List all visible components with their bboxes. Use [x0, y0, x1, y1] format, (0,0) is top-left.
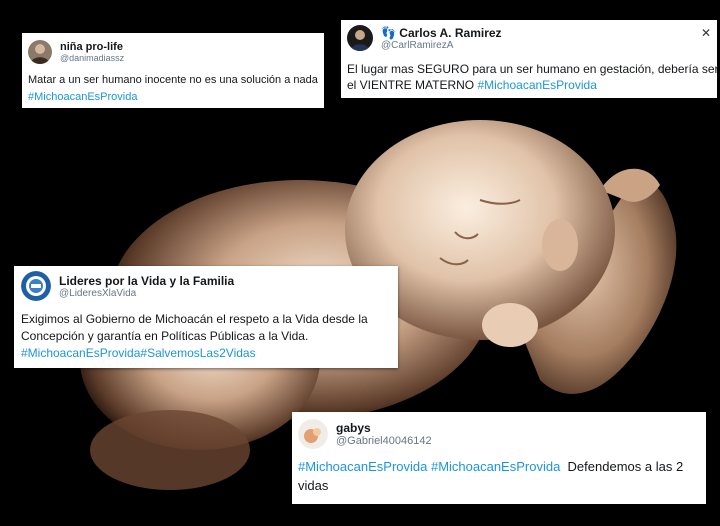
- tweet-card-4[interactable]: gabys @Gabriel40046142 #MichoacanEsProvi…: [292, 412, 706, 504]
- author-name[interactable]: 👣 Carlos A. Ramirez: [381, 26, 502, 40]
- tweet-card-3[interactable]: Lideres por la Vida y la Familia @Lidere…: [14, 266, 398, 368]
- hashtag-link[interactable]: #MichoacanEsProvida: [28, 89, 318, 106]
- author-handle[interactable]: @danimadiassz: [60, 53, 124, 63]
- author-handle[interactable]: @CarlRamirezA: [381, 40, 502, 51]
- tweet-text-line-2: el VIENTRE MATERNO: [347, 78, 475, 92]
- footprints-icon: 👣: [381, 25, 400, 40]
- author-handle[interactable]: @LideresXlaVida: [59, 288, 234, 299]
- author-name[interactable]: Lideres por la Vida y la Familia: [59, 274, 234, 288]
- hashtag-link[interactable]: #MichoacanEsProvida: [477, 78, 596, 92]
- tweet-text: Matar a un ser humano inocente no es una…: [28, 72, 318, 106]
- author-handle[interactable]: @Gabriel40046142: [336, 435, 432, 447]
- author-name[interactable]: niña pro-life: [60, 41, 124, 53]
- tweet-text-line: Matar a un ser humano inocente no es una…: [28, 74, 318, 86]
- avatar[interactable]: [28, 40, 52, 64]
- author-name-text: Carlos A. Ramirez: [399, 25, 502, 40]
- tweet-text-line: Exigimos al Gobierno de Michoacán el res…: [21, 312, 368, 343]
- avatar[interactable]: [347, 25, 373, 51]
- tweet-card-1[interactable]: niña pro-life @danimadiassz Matar a un s…: [22, 33, 324, 108]
- close-icon[interactable]: ✕: [701, 26, 711, 40]
- avatar-photo-icon: [298, 419, 328, 449]
- hashtag-link[interactable]: #MichoacanEsProvida #MichoacanEsProvida: [298, 459, 560, 474]
- author-name[interactable]: gabys: [336, 421, 432, 435]
- tweet-text: El lugar mas SEGURO para un ser humano e…: [347, 61, 719, 93]
- avatar-photo-icon: [28, 40, 52, 64]
- tweet-text-line: El lugar mas SEGURO para un ser humano e…: [347, 62, 719, 76]
- hashtag-link[interactable]: #MichoacanEsProvida#SalvemosLas2Vidas: [21, 345, 391, 362]
- avatar-photo-icon: [347, 25, 373, 51]
- tweet-text: #MichoacanEsProvida #MichoacanEsProvida …: [298, 457, 700, 495]
- logo-circle-icon: [21, 271, 51, 301]
- tweet-card-2[interactable]: 👣 Carlos A. Ramirez @CarlRamirezA ✕ El l…: [341, 20, 719, 98]
- tweet-text: Exigimos al Gobierno de Michoacán el res…: [21, 311, 391, 362]
- avatar[interactable]: [298, 419, 328, 449]
- avatar[interactable]: [21, 271, 51, 301]
